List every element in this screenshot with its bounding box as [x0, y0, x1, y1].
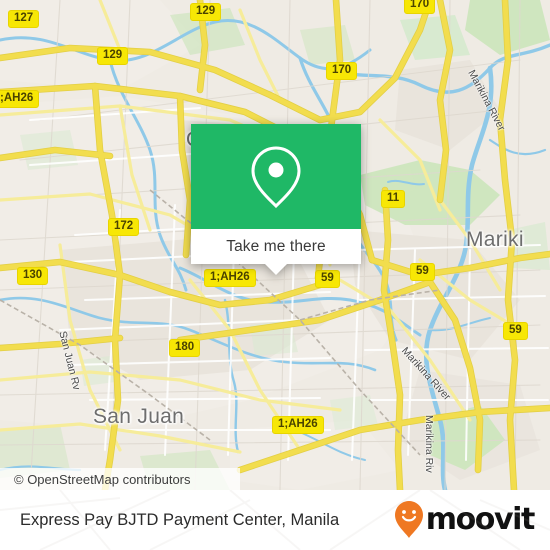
map-attribution[interactable]: © OpenStreetMap contributors [0, 468, 240, 490]
road-shield: 172 [108, 218, 140, 237]
road-shield: 1;AH26 [272, 416, 324, 435]
take-me-there-button[interactable]: Take me there [191, 229, 361, 275]
road-shield: 59 [315, 270, 340, 289]
road-shield: 59 [503, 322, 528, 341]
take-me-there-label: Take me there [226, 237, 326, 255]
road-shield: 129 [97, 47, 129, 66]
place-label-marikina: Mariki [466, 228, 524, 251]
road-shield: ;AH26 [0, 90, 40, 109]
map-pin-icon [251, 145, 301, 208]
attribution-text: © OpenStreetMap contributors [14, 471, 191, 487]
river-label-marikina-south: Marikina Riv [423, 415, 435, 473]
road-shield: 170 [404, 0, 436, 15]
road-shield: 130 [17, 267, 49, 286]
road-shield: 129 [190, 3, 222, 22]
map-screenshot: .bg{fill:#efebe4} .urban{fill:#e9e4dc} .… [0, 0, 550, 550]
place-label-san-juan: San Juan [93, 405, 185, 428]
road-shield: 170 [326, 62, 358, 81]
footer-watermark [0, 490, 550, 550]
popup-pointer [265, 264, 287, 275]
popup-icon-panel [191, 124, 361, 229]
road-shield: 59 [410, 263, 435, 282]
road-shield: 127 [8, 10, 40, 29]
road-shield: 180 [169, 339, 201, 358]
road-shield: 11 [381, 190, 406, 209]
road-shield: 1;AH26 [204, 269, 256, 288]
footer-bar: Express Pay BJTD Payment Center, Manila … [0, 490, 550, 550]
map-callout-popup[interactable]: Take me there [191, 124, 361, 275]
map-viewport[interactable]: .bg{fill:#efebe4} .urban{fill:#e9e4dc} .… [0, 0, 550, 490]
